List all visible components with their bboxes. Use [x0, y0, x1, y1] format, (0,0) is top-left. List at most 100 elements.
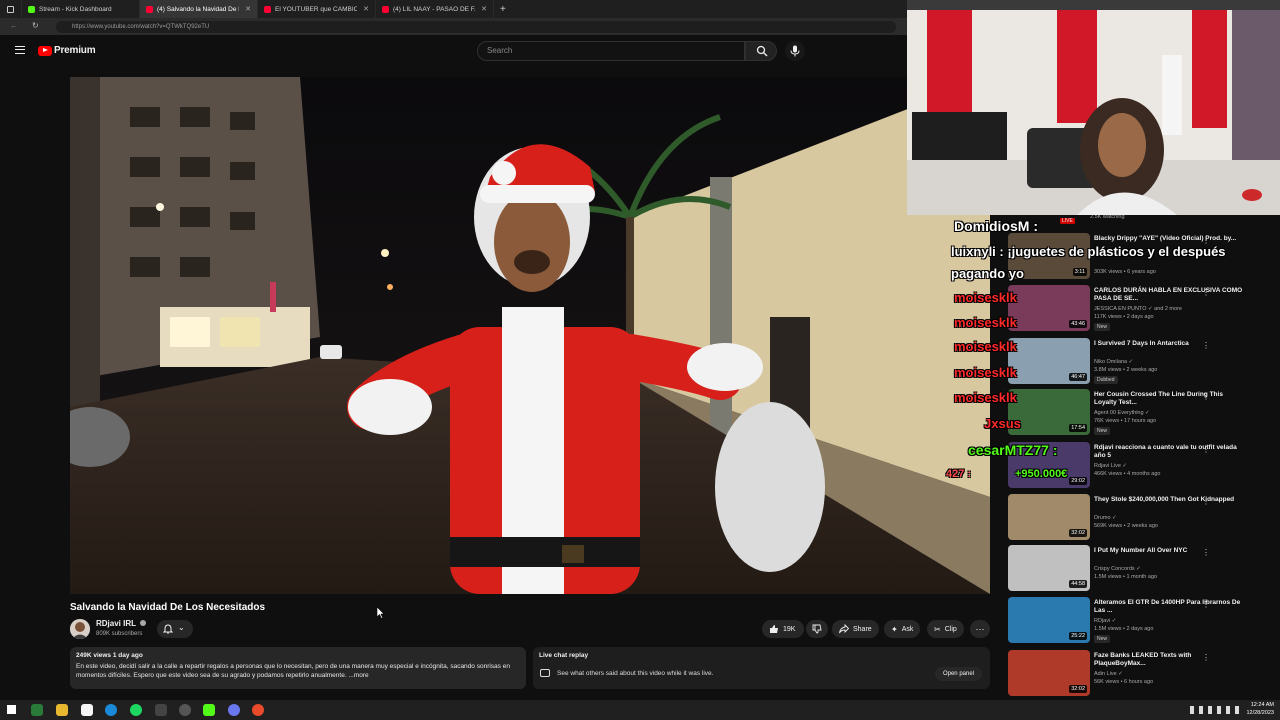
recommended-channel[interactable]: Adin Live ✓ [1094, 671, 1123, 677]
scissors-icon: ✂ [934, 624, 941, 634]
tool-icon[interactable] [155, 704, 167, 716]
notification-bell-button[interactable]: ⌄ [157, 620, 193, 638]
dislike-button[interactable] [806, 620, 828, 638]
obs-icon[interactable] [179, 704, 191, 716]
channel-avatar[interactable] [70, 619, 90, 639]
recommended-video-title[interactable]: They Stole $240,000,000 Then Got Kidnapp… [1094, 496, 1244, 504]
recommended-video-title[interactable]: Alteramos El GTR De 1400HP Para librarno… [1094, 599, 1244, 615]
recommended-video[interactable]: 43:46 CARLOS DURÁN HABLA EN EXCLUSIVA COM… [1002, 285, 1274, 333]
browser-tab-youtube-3[interactable]: (4) LIL NAAY - PASAO DE FARMA ✕ [376, 0, 494, 18]
more-vertical-icon[interactable]: ⋮ [1202, 445, 1210, 454]
task-view-icon[interactable] [31, 704, 43, 716]
video-duration: 32:02 [1069, 685, 1087, 693]
discord-icon[interactable] [228, 704, 240, 716]
recommended-channel[interactable]: Niko Omilana ✓ [1094, 359, 1133, 365]
windows-start-icon[interactable] [7, 705, 16, 714]
url-text: https://www.youtube.com/watch?v=QTWkTQ92… [72, 23, 210, 30]
file-explorer-icon[interactable] [56, 704, 68, 716]
microphone-icon [790, 45, 800, 57]
recommended-channel[interactable]: Rdjavi Live ✓ [1094, 463, 1127, 469]
chat-message: +950.000€ [1015, 468, 1068, 480]
recommended-channel[interactable]: JESSICA EN PUNTO ✓ and 2 more [1094, 306, 1182, 312]
url-field[interactable]: https://www.youtube.com/watch?v=QTWkTQ92… [56, 20, 896, 33]
tab-label: Stream - Kick Dashboard [39, 5, 112, 13]
recommended-video-title[interactable]: I Survived 7 Days In Antarctica [1094, 340, 1244, 348]
more-vertical-icon[interactable]: ⋮ [1202, 600, 1210, 609]
video-thumbnail[interactable]: 32:02 [1008, 494, 1090, 540]
recommended-video-title[interactable]: Blacky Drippy "AYE" (Video Oficial) Prod… [1094, 235, 1244, 243]
more-vertical-icon[interactable]: ⋮ [1202, 497, 1210, 506]
recommended-video[interactable]: 17:54 Her Cousin Crossed The Line During … [1002, 389, 1274, 437]
verified-icon [140, 620, 147, 626]
description-box[interactable]: 249K views 1 day ago En este video, deci… [70, 647, 526, 689]
ask-label: Ask [901, 625, 914, 633]
more-vertical-icon[interactable]: ⋮ [1202, 392, 1210, 401]
more-vertical-icon[interactable]: ⋮ [1202, 341, 1210, 350]
youtube-premium-logo[interactable]: Premium [38, 45, 96, 56]
video-thumbnail[interactable]: 25:22 [1008, 597, 1090, 643]
video-thumbnail[interactable]: 32:02 [1008, 650, 1090, 696]
back-icon[interactable]: ← [10, 21, 18, 30]
browser-tab-kick[interactable]: Stream - Kick Dashboard [22, 0, 140, 18]
video-thumbnail[interactable]: 44:58 [1008, 545, 1090, 591]
search-button[interactable] [745, 41, 777, 61]
search-input[interactable]: Search [477, 41, 745, 61]
youtube-icon [146, 5, 153, 13]
new-tab-button[interactable]: + [494, 0, 512, 18]
voice-search-button[interactable] [785, 41, 805, 61]
browser-tab-youtube-2[interactable]: El YOUTUBER que CAMBIÓ el NE ✕ [258, 0, 376, 18]
close-tab-icon[interactable]: ✕ [363, 5, 369, 13]
reload-icon[interactable]: ↻ [32, 21, 39, 30]
channel-name[interactable]: RDjavi IRL [96, 619, 147, 628]
recommended-video[interactable]: 44:58 I Put My Number All Over NYC Crispy … [1002, 545, 1274, 593]
recommended-channel[interactable]: Drumo ✓ [1094, 515, 1117, 521]
streamer-webcam-overlay [907, 0, 1280, 215]
more-actions-button[interactable]: ⋯ [970, 620, 990, 638]
system-tray-icons[interactable] [1190, 706, 1240, 714]
bell-icon [163, 624, 173, 634]
window-menu-button[interactable] [0, 0, 22, 18]
chat-message: luixnyli : ¡juguetes de plásticos y el d… [951, 244, 1226, 259]
spotify-icon[interactable] [130, 704, 142, 716]
video-player[interactable] [70, 77, 990, 594]
browser-tab-youtube-active[interactable]: (4) Salvando la Navidad De L ✕ [140, 0, 258, 18]
video-thumbnail[interactable]: 46:47 [1008, 338, 1090, 384]
hamburger-menu-icon[interactable] [15, 46, 25, 54]
recommended-video-title[interactable]: Rdjavi reacciona a cuanto vale tu outfit… [1094, 444, 1244, 460]
recommended-video[interactable]: 25:22 Alteramos El GTR De 1400HP Para lib… [1002, 597, 1274, 645]
close-tab-icon[interactable]: ✕ [245, 5, 251, 13]
more-vertical-icon[interactable]: ⋮ [1202, 548, 1210, 557]
chrome-icon[interactable] [252, 704, 264, 716]
recommended-video[interactable]: 46:47 I Survived 7 Days In Antarctica Niko… [1002, 338, 1274, 386]
recommended-channel[interactable]: Crispy Concords ✓ [1094, 566, 1141, 572]
recommended-channel[interactable]: RDjavi ✓ [1094, 618, 1116, 624]
close-tab-icon[interactable]: ✕ [481, 5, 487, 13]
recommended-video[interactable]: 32:02 They Stole $240,000,000 Then Got Ki… [1002, 494, 1274, 542]
edge-browser-icon[interactable] [105, 704, 117, 716]
live-chat-replay-box: Live chat replay See what others said ab… [533, 647, 990, 689]
more-vertical-icon[interactable]: ⋮ [1202, 288, 1210, 297]
chat-message: moisesklk [954, 290, 1017, 305]
recommended-video[interactable]: 32:02 Faze Banks LEAKED Texts with Plaque… [1002, 650, 1274, 698]
kick-app-icon[interactable] [203, 704, 215, 716]
recommended-video-title[interactable]: Faze Banks LEAKED Texts with PlaqueBoyMa… [1094, 652, 1244, 668]
clip-button[interactable]: ✂ Clip [927, 620, 964, 638]
notepad-icon[interactable] [81, 704, 93, 716]
ask-button[interactable]: ✦ Ask [884, 620, 921, 638]
like-button[interactable]: 19K [762, 620, 804, 638]
youtube-logo-icon [38, 45, 52, 56]
recommended-channel[interactable]: Agent 00 Everything ✓ [1094, 410, 1150, 416]
more-vertical-icon[interactable]: ⋮ [1202, 653, 1210, 662]
recommended-video-title[interactable]: CARLOS DURÁN HABLA EN EXCLUSIVA COMO PAS… [1094, 287, 1244, 303]
browser-tab-bar: Stream - Kick Dashboard (4) Salvando la … [0, 0, 907, 18]
recommended-video-title[interactable]: Her Cousin Crossed The Line During This … [1094, 391, 1244, 407]
video-badge: Dubbed [1094, 376, 1118, 384]
recommended-meta: 1.5M views • 1 month ago [1094, 574, 1158, 580]
system-clock[interactable]: 12:24 AM 12/28/2023 [1246, 702, 1274, 717]
youtube-header: Premium Search [0, 35, 907, 67]
recommended-video-title[interactable]: I Put My Number All Over NYC [1094, 547, 1244, 555]
share-button[interactable]: Share [832, 620, 879, 638]
open-panel-button[interactable]: Open panel [934, 667, 982, 681]
video-thumbnail[interactable]: 43:46 [1008, 285, 1090, 331]
recommended-meta: 466K views • 4 months ago [1094, 471, 1161, 477]
